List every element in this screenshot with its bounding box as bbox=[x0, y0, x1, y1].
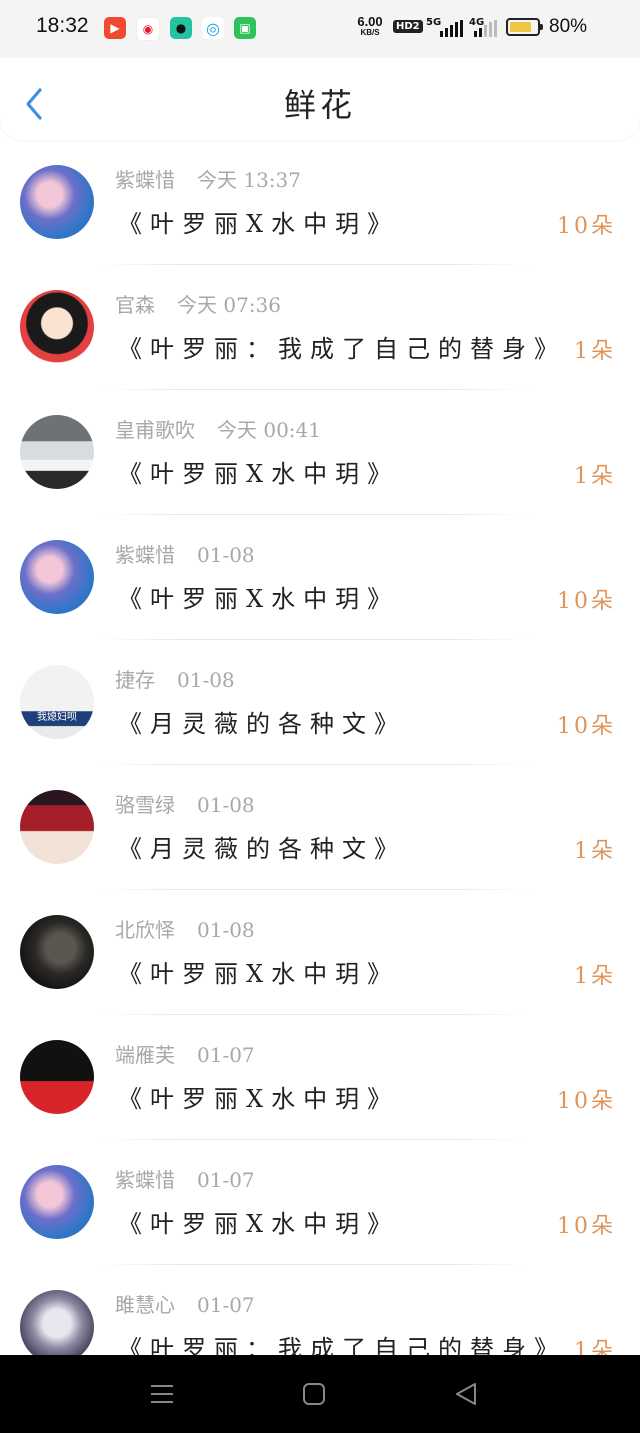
list-item[interactable]: 北欣怿 01-08 《叶罗丽X水中玥》 1朵 bbox=[0, 890, 640, 1015]
battery-cap bbox=[540, 24, 543, 30]
list-item[interactable]: 紫蝶惜 今天 13:37 《叶罗丽X水中玥》 10朵 bbox=[0, 140, 640, 265]
page-title: 鲜花 bbox=[283, 86, 356, 124]
list-item[interactable]: 骆雪绿 01-08 《月灵薇的各种文》 1朵 bbox=[0, 765, 640, 890]
list-item[interactable]: 皇甫歌吹 今天 00:41 《叶罗丽X水中玥》 1朵 bbox=[0, 390, 640, 515]
flower-count: 10朵 bbox=[557, 1089, 616, 1114]
item-meta: 紫蝶惜 01-07 bbox=[115, 1164, 255, 1193]
hd-voice-badge: HD2 bbox=[393, 20, 423, 33]
avatar[interactable] bbox=[20, 290, 94, 364]
work-title[interactable]: 《叶罗丽X水中玥》 bbox=[118, 1204, 399, 1239]
battery-icon bbox=[506, 18, 540, 36]
timestamp: 01-08 bbox=[197, 918, 255, 942]
flower-count: 10朵 bbox=[557, 589, 616, 614]
network-speed-value: 6.00 bbox=[357, 14, 383, 29]
timestamp: 01-08 bbox=[177, 668, 235, 692]
timestamp: 今天 07:36 bbox=[177, 293, 281, 317]
sim2-signal-icon bbox=[474, 20, 497, 37]
username[interactable]: 捷存 bbox=[115, 668, 155, 692]
video-app-icon: ▶ bbox=[104, 17, 126, 39]
username[interactable]: 雎慧心 bbox=[115, 1293, 175, 1317]
work-title[interactable]: 《叶罗丽X水中玥》 bbox=[118, 579, 399, 614]
item-meta: 端雁芙 01-07 bbox=[115, 1039, 255, 1068]
avatar[interactable] bbox=[20, 415, 94, 489]
item-meta: 官森 今天 07:36 bbox=[115, 289, 281, 318]
work-title[interactable]: 《月灵薇的各种文》 bbox=[118, 829, 406, 864]
work-title[interactable]: 《叶罗丽X水中玥》 bbox=[118, 1079, 399, 1114]
list-item[interactable]: 官森 今天 07:36 《叶罗丽：我成了自己的替身》 1朵 bbox=[0, 265, 640, 390]
item-meta: 皇甫歌吹 今天 00:41 bbox=[115, 414, 321, 443]
timestamp: 01-08 bbox=[197, 793, 255, 817]
back-triangle-icon[interactable] bbox=[453, 1381, 481, 1407]
item-meta: 紫蝶惜 今天 13:37 bbox=[115, 164, 301, 193]
flower-count: 1朵 bbox=[574, 839, 616, 864]
avatar[interactable]: 我媳妇呗 bbox=[20, 665, 94, 739]
list-item[interactable]: 紫蝶惜 01-08 《叶罗丽X水中玥》 10朵 bbox=[0, 515, 640, 640]
flower-count: 1朵 bbox=[574, 464, 616, 489]
network-speed: 6.00 KB/S bbox=[354, 14, 386, 38]
username[interactable]: 骆雪绿 bbox=[115, 793, 175, 817]
avatar-caption: 我媳妇呗 bbox=[37, 712, 77, 723]
home-icon[interactable] bbox=[300, 1381, 328, 1407]
avatar[interactable] bbox=[20, 540, 94, 614]
username[interactable]: 官森 bbox=[115, 293, 155, 317]
flower-count: 10朵 bbox=[557, 1214, 616, 1239]
flower-count: 1朵 bbox=[574, 339, 616, 364]
system-nav-bar bbox=[0, 1355, 640, 1433]
battery-percent: 80% bbox=[549, 16, 588, 37]
flower-count: 10朵 bbox=[557, 714, 616, 739]
username[interactable]: 端雁芙 bbox=[115, 1043, 175, 1067]
notification-app-icons: ▶ ◉ ● ◎ ▣ bbox=[104, 17, 256, 41]
timestamp: 01-07 bbox=[197, 1043, 255, 1067]
item-meta: 北欣怿 01-08 bbox=[115, 914, 255, 943]
mobile-carrier-icon: ◎ bbox=[202, 17, 224, 39]
item-meta: 雎慧心 01-07 bbox=[115, 1289, 255, 1318]
sim1-network-label: 5G bbox=[426, 17, 442, 28]
list-item[interactable]: 端雁芙 01-07 《叶罗丽X水中玥》 10朵 bbox=[0, 1015, 640, 1140]
item-meta: 骆雪绿 01-08 bbox=[115, 789, 255, 818]
work-title[interactable]: 《叶罗丽X水中玥》 bbox=[118, 454, 399, 489]
wechat-icon: ▣ bbox=[234, 17, 256, 39]
username[interactable]: 紫蝶惜 bbox=[115, 168, 175, 192]
timestamp: 01-07 bbox=[197, 1293, 255, 1317]
weibo-icon: ◉ bbox=[136, 17, 160, 41]
flower-count: 10朵 bbox=[557, 214, 616, 239]
avatar[interactable] bbox=[20, 1290, 94, 1364]
status-bar: 18:32 ▶ ◉ ● ◎ ▣ 6.00 KB/S HD2 5G 4G 80% bbox=[0, 0, 640, 58]
avatar[interactable] bbox=[20, 1040, 94, 1114]
page: 18:32 ▶ ◉ ● ◎ ▣ 6.00 KB/S HD2 5G 4G 80% … bbox=[0, 0, 640, 1433]
item-meta: 捷存 01-08 bbox=[115, 664, 235, 693]
work-title[interactable]: 《叶罗丽X水中玥》 bbox=[118, 204, 399, 239]
work-title[interactable]: 《叶罗丽X水中玥》 bbox=[118, 954, 399, 989]
work-title[interactable]: 《月灵薇的各种文》 bbox=[118, 704, 406, 739]
flower-list: 紫蝶惜 今天 13:37 《叶罗丽X水中玥》 10朵 官森 今天 07:36 《叶罗… bbox=[0, 140, 640, 1390]
flower-count: 1朵 bbox=[574, 964, 616, 989]
work-title[interactable]: 《叶罗丽：我成了自己的替身》 bbox=[118, 329, 566, 364]
avatar[interactable] bbox=[20, 165, 94, 239]
qq-icon: ● bbox=[170, 17, 192, 39]
item-meta: 紫蝶惜 01-08 bbox=[115, 539, 255, 568]
avatar[interactable] bbox=[20, 1165, 94, 1239]
sim1-signal-icon bbox=[440, 20, 463, 37]
list-item[interactable]: 我媳妇呗 捷存 01-08 《月灵薇的各种文》 10朵 bbox=[0, 640, 640, 765]
list-item[interactable]: 紫蝶惜 01-07 《叶罗丽X水中玥》 10朵 bbox=[0, 1140, 640, 1265]
timestamp: 01-08 bbox=[197, 543, 255, 567]
username[interactable]: 紫蝶惜 bbox=[115, 543, 175, 567]
username[interactable]: 紫蝶惜 bbox=[115, 1168, 175, 1192]
avatar[interactable] bbox=[20, 915, 94, 989]
header: 鲜花 bbox=[0, 58, 640, 140]
status-time: 18:32 bbox=[36, 14, 89, 37]
timestamp: 01-07 bbox=[197, 1168, 255, 1192]
menu-icon[interactable] bbox=[148, 1381, 176, 1407]
timestamp: 今天 00:41 bbox=[217, 418, 321, 442]
username[interactable]: 皇甫歌吹 bbox=[115, 418, 195, 442]
timestamp: 今天 13:37 bbox=[197, 168, 301, 192]
username[interactable]: 北欣怿 bbox=[115, 918, 175, 942]
avatar[interactable] bbox=[20, 790, 94, 864]
